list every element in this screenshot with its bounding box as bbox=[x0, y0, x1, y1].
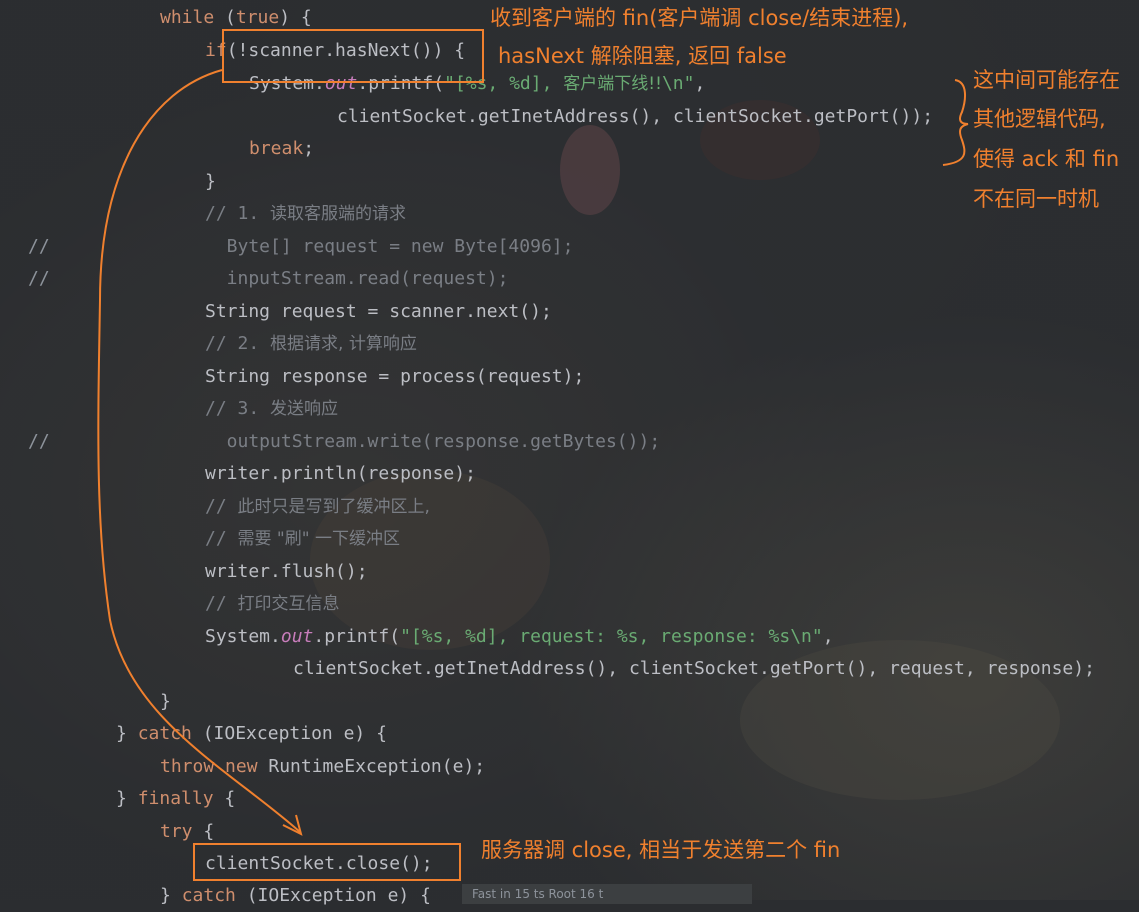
inlay-hint-text: Fast in 15 ts Root 16 t bbox=[472, 887, 604, 901]
annotation-hasnext-false: hasNext 解除阻塞, 返回 false bbox=[498, 44, 787, 68]
brace-icon bbox=[942, 79, 969, 166]
annotation-fin-received: 收到客户端的 fin(客户端调 close/结束进程), bbox=[490, 6, 909, 30]
inlay-hint-popup: Fast in 15 ts Root 16 t bbox=[462, 884, 752, 904]
annotation-gap-note-4: 不在同一时机 bbox=[973, 187, 1099, 211]
annotation-server-close: 服务器调 close, 相当于发送第二个 fin bbox=[481, 838, 841, 862]
annotation-arrow bbox=[97, 69, 969, 836]
annotation-gap-note-3: 使得 ack 和 fin bbox=[973, 147, 1120, 171]
annotation-gap-note-2: 其他逻辑代码, bbox=[973, 107, 1106, 131]
annotation-gap-note-1: 这中间可能存在 bbox=[973, 68, 1120, 92]
